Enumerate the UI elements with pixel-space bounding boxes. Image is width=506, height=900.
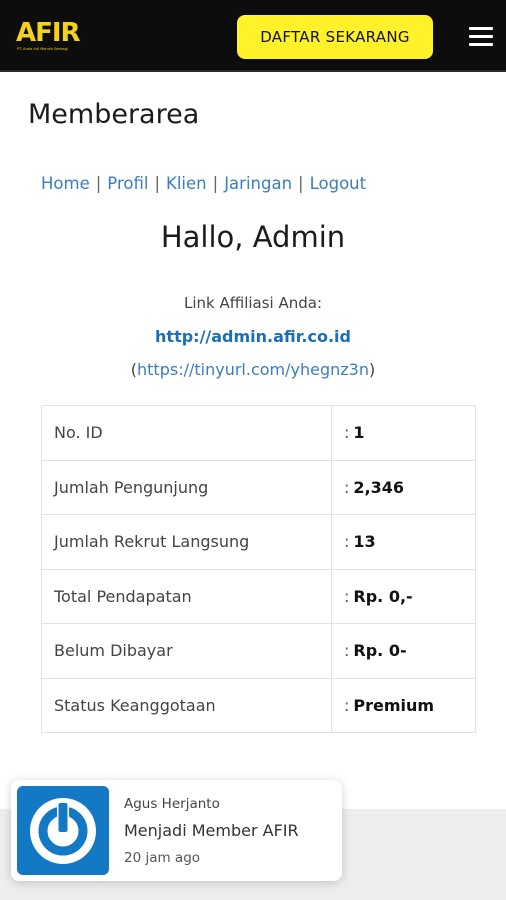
nav-separator: |	[95, 174, 102, 193]
nav-separator: |	[298, 174, 304, 193]
stat-value: 2,346	[353, 477, 404, 497]
affiliate-link[interactable]: http://admin.afir.co.id	[0, 327, 506, 346]
stat-colon: :	[344, 423, 350, 443]
stat-value-cell: :13	[331, 514, 476, 570]
stat-value-cell: :2,346	[331, 459, 476, 515]
member-area: Memberarea Home | Profil | Klien | Jaringan | Lo…	[0, 74, 506, 809]
table-row: Belum Dibayar : Rp. 0-	[41, 623, 476, 679]
logo-subtext: PT. Arafa Inti Mandiri Berbagi	[17, 47, 68, 51]
member-nav: Home | Profil | Klien | Jaringan | Logout	[41, 174, 366, 193]
register-now-button[interactable]: DAFTAR SEKARANG	[237, 15, 433, 59]
stat-label: Status Keanggotaan	[41, 677, 332, 733]
stat-value-cell: : Rp. 0-	[331, 623, 476, 679]
notification-time: 20 jam ago	[124, 850, 201, 866]
stat-value: 1	[353, 423, 365, 443]
stat-colon: :	[344, 532, 350, 552]
stat-value: Rp. 0,-	[353, 586, 413, 606]
stat-label: No. ID	[41, 405, 332, 461]
notification-message: Menjadi Member AFIR	[124, 821, 299, 840]
stat-colon: :	[344, 477, 350, 497]
table-row: Jumlah Pengunjung :2,346	[41, 459, 476, 515]
nav-home-link[interactable]: Home	[41, 174, 90, 193]
hamburger-icon[interactable]	[469, 27, 495, 47]
affiliate-short-link[interactable]: https://tinyurl.com/yhegnz3n	[137, 360, 369, 379]
stat-value: Premium	[353, 695, 435, 715]
stat-value-cell: : Premium	[331, 677, 476, 733]
table-row: Jumlah Rekrut Langsung :13	[41, 514, 476, 570]
site-header: AFIR PT. Arafa Inti Mandiri Berbagi DAFT…	[0, 0, 506, 72]
nav-profil-link[interactable]: Profil	[107, 174, 148, 193]
afir-logo[interactable]: AFIR PT. Arafa Inti Mandiri Berbagi	[16, 18, 86, 56]
affiliate-label: Link Affiliasi Anda:	[183, 294, 323, 312]
nav-logout-link[interactable]: Logout	[310, 174, 367, 193]
affiliate-short-link-wrap: (https://tinyurl.com/yhegnz3n)	[0, 360, 506, 379]
stat-value: Rp. 0-	[353, 641, 407, 661]
table-row: Total Pendapatan : Rp. 0,-	[41, 568, 476, 624]
stat-colon: :	[344, 641, 350, 661]
table-row: No. ID :1	[41, 405, 476, 461]
member-stats-table: No. ID :1 Jumlah Pengunjung :2,346 Jumla…	[41, 405, 476, 733]
table-row: Status Keanggotaan : Premium	[41, 677, 476, 733]
stat-label: Jumlah Rekrut Langsung	[41, 514, 332, 570]
stat-value: 13	[353, 532, 376, 552]
nav-klien-link[interactable]: Klien	[166, 174, 207, 193]
new-member-notification[interactable]: Agus Herjanto Menjadi Member AFIR 20 jam…	[11, 780, 342, 881]
logo-text: AFIR	[16, 18, 81, 48]
greeting: Hallo, Admin	[160, 220, 346, 254]
stat-label: Total Pendapatan	[41, 568, 332, 624]
stat-colon: :	[344, 586, 350, 606]
nav-jaringan-link[interactable]: Jaringan	[224, 174, 292, 193]
stat-label: Belum Dibayar	[41, 623, 332, 679]
paren-close: )	[368, 360, 376, 379]
stat-label: Jumlah Pengunjung	[41, 459, 332, 515]
notification-name: Agus Herjanto	[124, 796, 220, 812]
stat-value-cell: :1	[331, 405, 476, 461]
stat-value-cell: : Rp. 0,-	[331, 568, 476, 624]
nav-separator: |	[212, 174, 219, 193]
nav-separator: |	[154, 174, 161, 193]
page-title: Memberarea	[28, 99, 200, 130]
power-icon	[17, 786, 109, 875]
stat-colon: :	[344, 695, 350, 715]
